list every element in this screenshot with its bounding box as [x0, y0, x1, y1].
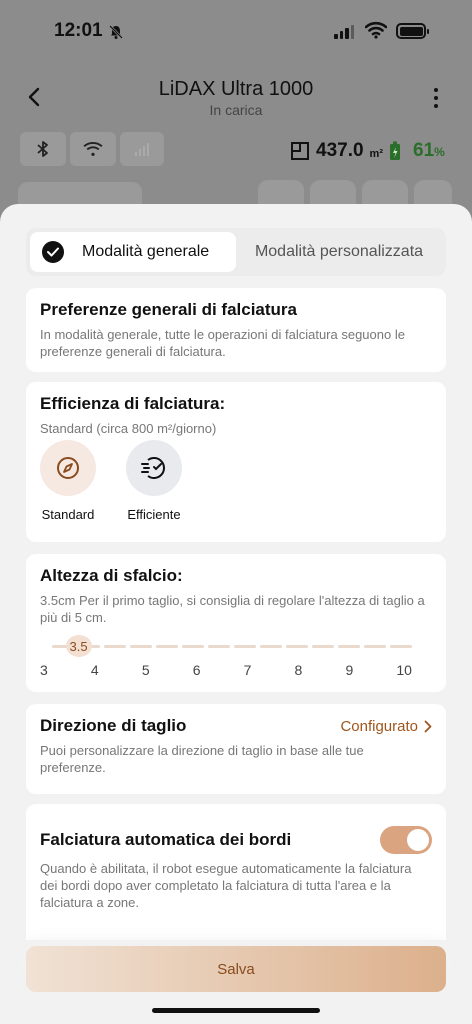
- battery-charging-icon: [390, 141, 400, 160]
- device-title: LiDAX Ultra 1000: [158, 78, 314, 100]
- tick-label: 8: [294, 662, 303, 678]
- speed-icon: [126, 440, 182, 496]
- more-options-button[interactable]: [432, 88, 440, 108]
- wifi-icon: [365, 21, 387, 39]
- mowing-settings-sheet: Modalità generale Modalità personalizzat…: [0, 204, 472, 1024]
- efficiency-options: Standard Efficiente: [38, 440, 184, 522]
- tab-custom-mode[interactable]: Modalità personalizzata: [236, 232, 442, 272]
- status-bar: 12:01: [0, 0, 472, 60]
- bluetooth-icon[interactable]: [20, 132, 66, 166]
- auto-edge-toggle[interactable]: [380, 826, 432, 854]
- cutting-direction-link[interactable]: Configurato: [340, 718, 432, 735]
- slider-thumb[interactable]: 3.5: [65, 635, 92, 657]
- tick-label: 6: [192, 662, 201, 678]
- mower-stats: 437.0 m² 61%: [290, 140, 445, 162]
- mode-segmented-control: Modalità generale Modalità personalizzat…: [26, 228, 446, 276]
- efficiency-option-standard[interactable]: Standard: [38, 440, 98, 522]
- toggle-knob: [407, 829, 429, 851]
- compass-icon: [40, 440, 96, 496]
- general-preferences-card: Preferenze generali di falciatura In mod…: [26, 288, 446, 372]
- slider-tick-labels: 3 4 5 6 7 8 9 10: [40, 662, 412, 678]
- cellular-chip-icon[interactable]: [120, 132, 164, 166]
- tab-general-mode[interactable]: Modalità generale: [30, 232, 236, 272]
- auto-edge-title: Falciatura automatica dei bordi: [40, 830, 292, 849]
- tick-label: 7: [243, 662, 252, 678]
- device-status: In carica: [209, 102, 263, 118]
- tick-label: 5: [141, 662, 150, 678]
- map-area-icon: [291, 142, 309, 160]
- auto-edge-description: Quando è abilitata, il robot esegue auto…: [40, 861, 412, 910]
- battery-percent: 61: [413, 140, 435, 161]
- efficiency-option-standard-label: Standard: [41, 507, 95, 522]
- cutting-height-title: Altezza di sfalcio:: [40, 566, 183, 585]
- cutting-direction-status: Configurato: [340, 717, 418, 735]
- checkmark-icon: [42, 241, 64, 263]
- tick-label: 4: [90, 662, 99, 678]
- slider-track: [52, 645, 412, 648]
- tick-label: 9: [345, 662, 354, 678]
- cutting-height-card: Altezza di sfalcio: 3.5cm Per il primo t…: [26, 554, 446, 692]
- auto-edge-card: Falciatura automatica dei bordi Quando è…: [26, 804, 446, 940]
- efficiency-title: Efficienza di falciatura:: [40, 394, 226, 413]
- efficiency-card: Efficienza di falciatura: Standard (circ…: [26, 382, 446, 542]
- status-time: 12:01: [54, 20, 103, 41]
- efficiency-option-efficient-label: Efficiente: [127, 507, 181, 522]
- chevron-right-icon: [424, 720, 432, 732]
- cutting-direction-description: Puoi personalizzare la direzione di tagl…: [40, 743, 364, 775]
- cutting-height-description: 3.5cm Per il primo taglio, si consiglia …: [40, 593, 425, 625]
- mowed-area-value: 437.0: [316, 140, 364, 161]
- silent-bell-icon: [109, 25, 123, 39]
- battery-percent-unit: %: [434, 145, 445, 159]
- cutting-direction-title: Direzione di taglio: [40, 716, 187, 735]
- cutting-height-slider[interactable]: 3.5: [38, 635, 422, 657]
- wifi-chip-icon[interactable]: [70, 132, 116, 166]
- cutting-direction-card[interactable]: Direzione di taglio Configurato Puoi per…: [26, 704, 446, 794]
- general-preferences-title: Preferenze generali di falciatura: [40, 300, 297, 319]
- home-indicator: [152, 1008, 320, 1013]
- tab-general-label: Modalità generale: [82, 243, 210, 260]
- mowed-area-unit: m²: [369, 148, 383, 160]
- save-button[interactable]: Salva: [26, 946, 446, 992]
- efficiency-description: Standard (circa 800 m²/giorno): [40, 421, 217, 436]
- cellular-signal-icon: [334, 23, 354, 39]
- efficiency-option-efficient[interactable]: Efficiente: [124, 440, 184, 522]
- battery-icon: [396, 23, 429, 39]
- tick-label: 10: [396, 662, 412, 678]
- general-preferences-description: In modalità generale, tutte le operazion…: [40, 327, 405, 359]
- tick-label: 3: [40, 662, 48, 678]
- connection-chips: [20, 132, 164, 166]
